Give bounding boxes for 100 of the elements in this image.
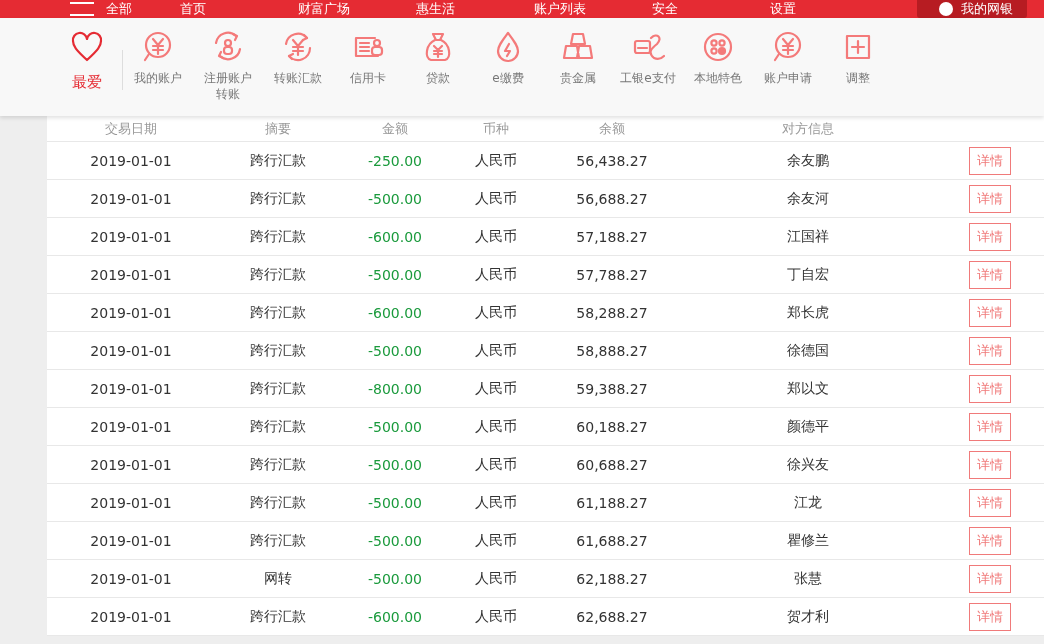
table-cell-text: 2019-01-01 xyxy=(89,304,173,321)
table-cell-text: -250.00 xyxy=(366,152,423,169)
shortcut-label[interactable]: 本地特色 xyxy=(689,70,747,86)
details-button[interactable]: 详情 xyxy=(969,374,1011,403)
table-cell-text: 2019-01-01 xyxy=(89,342,173,359)
nav-link[interactable]: 安全 xyxy=(652,0,770,18)
nav-link[interactable]: 首页 xyxy=(180,0,298,18)
my-bank-tab[interactable]: 我的网银 xyxy=(917,0,1027,18)
table-cell-text: 59,388.27 xyxy=(575,380,649,397)
nav-link[interactable]: 账户列表 xyxy=(534,0,652,18)
table-cell-text: -500.00 xyxy=(366,266,423,283)
details-button[interactable]: 详情 xyxy=(969,488,1011,517)
table-cell-text: 跨行汇款 xyxy=(249,455,307,474)
table-cell-text: 徐德国 xyxy=(786,341,830,360)
shortcut-label[interactable]: 贵金属 xyxy=(549,70,607,86)
table-cell-text: -500.00 xyxy=(366,456,423,473)
shortcut-label[interactable]: 注册账户转账 xyxy=(199,70,257,102)
table-cell-text: 人民币 xyxy=(474,265,518,284)
details-button[interactable]: 详情 xyxy=(969,222,1011,251)
table-cell-text: 2019-01-01 xyxy=(89,494,173,511)
table-cell-text: -500.00 xyxy=(366,342,423,359)
badge-icon xyxy=(939,2,953,16)
table-cell-text: 瞿修兰 xyxy=(786,531,830,550)
shortcut-label[interactable]: 工银e支付 xyxy=(619,70,677,86)
four-dots-icon[interactable] xyxy=(701,30,735,64)
table-cell-text: 62,188.27 xyxy=(575,570,649,587)
nav-link[interactable]: 惠生活 xyxy=(416,0,534,18)
shortcut-label[interactable]: 信用卡 xyxy=(339,70,397,86)
table-cell-text: 网转 xyxy=(263,569,293,588)
table-cell-text: 2019-01-01 xyxy=(89,152,173,169)
menu-icon[interactable] xyxy=(70,2,94,16)
table-cell-text: -500.00 xyxy=(366,190,423,207)
table-cell-text: 人民币 xyxy=(474,417,518,436)
details-button[interactable]: 详情 xyxy=(969,450,1011,479)
table-cell-text: 2019-01-01 xyxy=(89,266,173,283)
table-cell-text: 人民币 xyxy=(474,227,518,246)
table-cell-text: 2019-01-01 xyxy=(89,570,173,587)
table-cell-text: 跨行汇款 xyxy=(249,341,307,360)
column-header: 交易日期 xyxy=(104,119,158,138)
nav-link[interactable]: 设置 xyxy=(770,0,888,18)
details-button[interactable]: 详情 xyxy=(969,526,1011,555)
shortcut-label[interactable]: e缴费 xyxy=(479,70,537,86)
table-cell-text: 人民币 xyxy=(474,189,518,208)
table-cell-text: 62,688.27 xyxy=(575,608,649,625)
table-cell-text: 58,288.27 xyxy=(575,304,649,321)
column-header: 对方信息 xyxy=(781,119,835,138)
details-button[interactable]: 详情 xyxy=(969,146,1011,175)
table-cell-text: 2019-01-01 xyxy=(89,190,173,207)
favorites-label[interactable]: 最爱 xyxy=(72,74,102,90)
table-cell-text: 人民币 xyxy=(474,341,518,360)
table-cell-text: 2019-01-01 xyxy=(89,532,173,549)
table-cell-text: 徐兴友 xyxy=(786,455,830,474)
table-cell-text: 余友河 xyxy=(786,189,830,208)
details-button[interactable]: 详情 xyxy=(969,602,1011,631)
details-button[interactable]: 详情 xyxy=(969,412,1011,441)
table-cell-text: -500.00 xyxy=(366,532,423,549)
table-cell-text: 颜德平 xyxy=(786,417,830,436)
details-button[interactable]: 详情 xyxy=(969,260,1011,289)
shortcut-label[interactable]: 账户申请 xyxy=(759,70,817,86)
shortcut-label[interactable]: 我的账户 xyxy=(129,70,187,86)
column-header: 余额 xyxy=(598,119,626,138)
table-cell-text: 人民币 xyxy=(474,531,518,550)
table-cell-text: 2019-01-01 xyxy=(89,608,173,625)
table-cell-text: 郑长虎 xyxy=(786,303,830,322)
table-cell-text: 跨行汇款 xyxy=(249,227,307,246)
details-button[interactable]: 详情 xyxy=(969,184,1011,213)
table-cell-text: -600.00 xyxy=(366,608,423,625)
table-cell-text: 跨行汇款 xyxy=(249,151,307,170)
table-cell-text: -600.00 xyxy=(366,304,423,321)
table-cell-text: 江龙 xyxy=(793,493,823,512)
table-cell-text: 61,688.27 xyxy=(575,532,649,549)
table-cell-text: 人民币 xyxy=(474,303,518,322)
shortcut-label[interactable]: 贷款 xyxy=(409,70,467,86)
table-cell-text: 丁自宏 xyxy=(786,265,830,284)
table-cell-text: -500.00 xyxy=(366,494,423,511)
heart-icon[interactable] xyxy=(70,30,104,64)
table-cell-text: 2019-01-01 xyxy=(89,418,173,435)
nav-link[interactable]: 财富广场 xyxy=(298,0,416,18)
table-cell-text: -500.00 xyxy=(366,418,423,435)
table-cell-text: 跨行汇款 xyxy=(249,379,307,398)
table-cell-text: 人民币 xyxy=(474,569,518,588)
table-cell-text: 56,438.27 xyxy=(575,152,649,169)
shortcut-label[interactable]: 调整 xyxy=(829,70,887,86)
table-cell-text: 跨行汇款 xyxy=(249,531,307,550)
shortcut-label[interactable]: 转账汇款 xyxy=(269,70,327,86)
table-cell-text: 跨行汇款 xyxy=(249,417,307,436)
table-cell-text: 2019-01-01 xyxy=(89,380,173,397)
table-cell-text: 57,788.27 xyxy=(575,266,649,283)
table-cell-text: 人民币 xyxy=(474,379,518,398)
nav-link[interactable]: 全部 xyxy=(106,0,132,18)
table-cell-text: 人民币 xyxy=(474,607,518,626)
table-cell-text: 60,688.27 xyxy=(575,456,649,473)
details-button[interactable]: 详情 xyxy=(969,564,1011,593)
table-cell-text: 跨行汇款 xyxy=(249,607,307,626)
table-cell-text: 跨行汇款 xyxy=(249,493,307,512)
table-cell-text: 2019-01-01 xyxy=(89,456,173,473)
details-button[interactable]: 详情 xyxy=(969,298,1011,327)
details-button[interactable]: 详情 xyxy=(969,336,1011,365)
table-cell-text: 余友鹏 xyxy=(786,151,830,170)
table-cell-text: 跨行汇款 xyxy=(249,189,307,208)
